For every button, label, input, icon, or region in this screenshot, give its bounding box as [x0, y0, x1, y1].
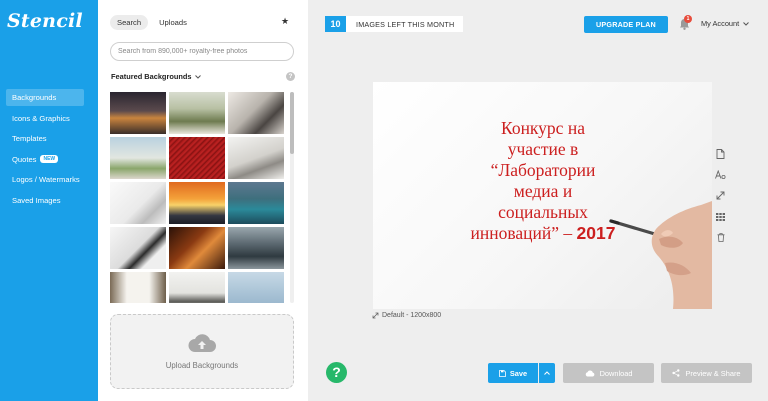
save-button[interactable]: Save — [488, 363, 538, 383]
grid-icon[interactable] — [715, 211, 726, 222]
search-input[interactable] — [110, 42, 294, 61]
design-canvas[interactable]: Конкурс на участие в “Лаборатории медиа … — [373, 82, 712, 309]
background-thumbnail[interactable] — [228, 137, 284, 179]
sidebar-item-label: Templates — [12, 134, 47, 143]
images-left-count: 10 — [325, 16, 346, 32]
canvas-text-line: участие в — [507, 139, 579, 159]
sidebar-item-backgrounds[interactable]: Backgrounds — [6, 89, 84, 106]
download-label: Download — [599, 368, 633, 378]
resize-icon[interactable] — [715, 190, 726, 201]
background-thumbnail[interactable] — [110, 92, 166, 134]
sidebar-item-templates[interactable]: Templates — [6, 130, 84, 147]
sidebar-item-saved-images[interactable]: Saved Images — [6, 192, 84, 209]
page-icon[interactable] — [715, 148, 726, 159]
floppy-disk-icon — [498, 369, 506, 377]
upgrade-plan-button[interactable]: UPGRADE PLAN — [584, 16, 668, 33]
scrollbar-thumb[interactable] — [290, 92, 294, 154]
trash-icon[interactable] — [715, 232, 726, 243]
canvas-tools — [715, 148, 726, 243]
background-thumbnail[interactable] — [110, 182, 166, 224]
preview-share-button[interactable]: Preview & Share — [661, 363, 752, 383]
canvas-text-line: “Лаборатории — [490, 160, 596, 180]
canvas-size-label: Default - 1200x800 — [382, 312, 442, 319]
cloud-download-icon — [585, 369, 594, 376]
text-format-icon[interactable] — [715, 169, 726, 180]
sidebar-nav: Backgrounds Icons & Graphics Templates Q… — [6, 89, 84, 212]
background-thumbnail[interactable] — [110, 137, 166, 179]
download-button[interactable]: Download — [563, 363, 654, 383]
chevron-down-icon — [194, 74, 201, 79]
chevron-up-icon — [544, 371, 550, 375]
images-left-counter: 10 IMAGES LEFT THIS MONTH — [325, 16, 464, 32]
save-label: Save — [509, 368, 528, 378]
background-thumbnail[interactable] — [169, 272, 225, 303]
editor-area: 10 IMAGES LEFT THIS MONTH UPGRADE PLAN 1… — [308, 0, 768, 401]
featured-label: Featured Backgrounds — [111, 72, 192, 81]
sidebar-item-quotes[interactable]: Quotes NEW — [6, 151, 84, 168]
preview-share-label: Preview & Share — [685, 368, 741, 378]
thumbnail-scrollbar[interactable] — [290, 92, 294, 303]
background-thumbnail[interactable] — [228, 272, 284, 303]
sidebar-item-icons-graphics[interactable]: Icons & Graphics — [6, 110, 84, 127]
help-button[interactable]: ? — [326, 362, 347, 383]
cloud-upload-icon — [188, 334, 216, 352]
background-thumbnail-grid — [110, 92, 286, 303]
upload-backgrounds-label: Upload Backgrounds — [165, 361, 239, 370]
chevron-down-icon — [743, 21, 750, 26]
sidebar-item-label: Icons & Graphics — [12, 113, 70, 123]
background-thumbnail[interactable] — [169, 92, 225, 134]
background-thumbnail[interactable] — [169, 137, 225, 179]
sidebar-item-label: Backgrounds — [12, 93, 57, 102]
hand-with-pencil-graphic — [609, 201, 712, 309]
background-thumbnail[interactable] — [169, 182, 225, 224]
background-thumbnail[interactable] — [228, 182, 284, 224]
expand-icon — [372, 312, 379, 319]
save-options-dropdown[interactable] — [539, 363, 555, 383]
new-badge: NEW — [40, 155, 59, 163]
help-icon[interactable]: ? — [286, 72, 295, 81]
my-account-menu[interactable]: My Account — [701, 19, 750, 28]
sidebar-item-logos-watermarks[interactable]: Logos / Watermarks — [6, 171, 84, 188]
star-icon[interactable]: ★ — [281, 16, 289, 27]
panel-tabs: Search Uploads — [110, 15, 194, 30]
canvas-size-selector[interactable]: Default - 1200x800 — [372, 312, 441, 319]
sidebar: Stencil Backgrounds Icons & Graphics Tem… — [0, 0, 98, 401]
notification-badge: 1 — [684, 15, 692, 23]
tab-search[interactable]: Search — [110, 15, 149, 30]
sidebar-item-label: Saved Images — [12, 195, 61, 205]
upload-backgrounds-dropzone[interactable]: Upload Backgrounds — [110, 314, 294, 389]
canvas-text-last: инноваций” – — [470, 223, 577, 243]
background-thumbnail[interactable] — [228, 92, 284, 134]
stencil-logo[interactable]: Stencil — [7, 10, 83, 32]
background-thumbnail[interactable] — [110, 272, 166, 303]
sidebar-item-label: Logos / Watermarks — [12, 175, 80, 184]
featured-backgrounds-dropdown[interactable]: Featured Backgrounds — [111, 72, 201, 81]
tab-uploads[interactable]: Uploads — [152, 15, 194, 30]
background-thumbnail[interactable] — [228, 227, 284, 269]
share-icon — [672, 369, 680, 377]
account-label: My Account — [701, 19, 740, 28]
background-thumbnail[interactable] — [110, 227, 166, 269]
sidebar-item-label: Quotes — [12, 154, 37, 164]
background-thumbnail[interactable] — [169, 227, 225, 269]
images-left-label: IMAGES LEFT THIS MONTH — [346, 16, 464, 32]
canvas-text-line: Конкурс на — [501, 118, 585, 138]
content-panel: Search Uploads ★ Featured Backgrounds ? … — [98, 0, 308, 401]
